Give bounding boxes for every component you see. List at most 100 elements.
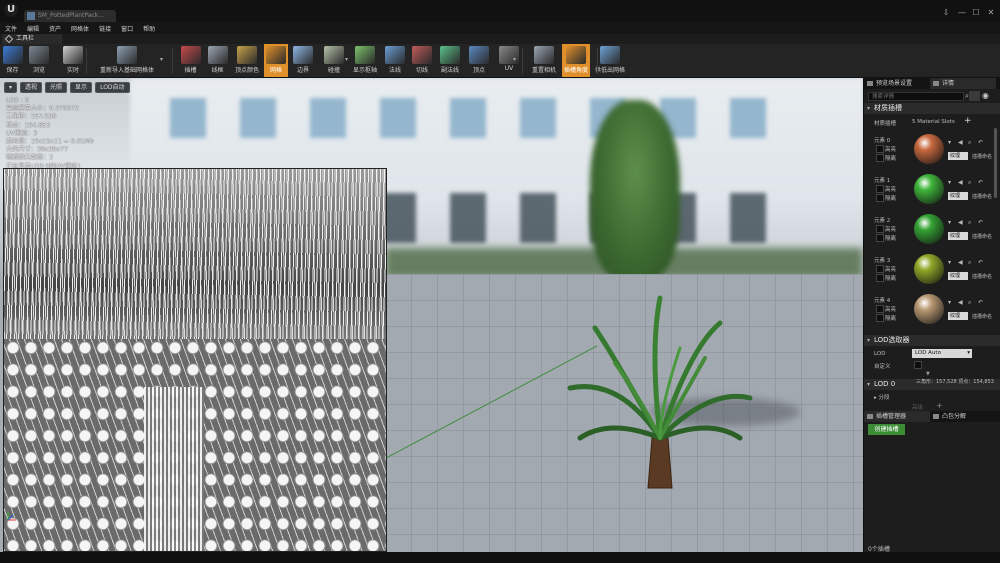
texture-dropdown[interactable]: 纹理	[948, 232, 968, 240]
chevron-down-icon[interactable]: ▾	[948, 220, 954, 226]
create-socket-button[interactable]: 创建插槽	[868, 424, 905, 435]
chevron-down-icon[interactable]: ▾	[948, 140, 954, 146]
toolbar-button[interactable]: 网格	[264, 44, 288, 77]
search-icon[interactable]: ⌕	[968, 180, 974, 186]
toolbar-button[interactable]: 显示枢轴	[350, 44, 380, 77]
browse-back-icon[interactable]: ◀	[958, 140, 964, 146]
toolbar-button[interactable]: 插槽	[178, 44, 203, 77]
reset-icon[interactable]: ↶	[978, 180, 984, 186]
highlight-checkbox[interactable]	[876, 225, 884, 233]
highlight-checkbox[interactable]	[876, 145, 884, 153]
chevron-down-icon[interactable]: ▾	[160, 56, 166, 63]
menu-item[interactable]: 链接	[94, 24, 116, 33]
tab-socket-manager[interactable]: 插槽管理器	[864, 411, 930, 422]
show-button[interactable]: 显示	[70, 82, 93, 93]
toolbar-button[interactable]: 切线	[410, 44, 434, 77]
viewport-options-button[interactable]: ▾	[4, 82, 18, 93]
toolbar-button[interactable]: 副法线	[436, 44, 464, 77]
chevron-down-icon[interactable]: ▾	[345, 56, 351, 63]
static-mesh-icon	[27, 12, 35, 20]
minimize-to-tray-button[interactable]: ⇩	[940, 8, 952, 18]
tab-preview-scene-settings[interactable]: 预览场景设置	[864, 78, 930, 89]
menu-item[interactable]: 窗口	[116, 24, 138, 33]
perspective-button[interactable]: 透视	[20, 82, 43, 93]
reset-icon[interactable]: ↶	[978, 300, 984, 306]
menu-item[interactable]: 帮助	[138, 24, 160, 33]
isolate-checkbox[interactable]	[876, 274, 884, 282]
chevron-down-icon[interactable]: ▾	[513, 56, 519, 63]
search-icon[interactable]: ⌕	[968, 220, 974, 226]
highlight-checkbox[interactable]	[876, 185, 884, 193]
lighting-button[interactable]: 光照	[45, 82, 68, 93]
reset-icon[interactable]: ↶	[978, 220, 984, 226]
toolbar-button[interactable]: 浏览	[25, 44, 53, 77]
toolbar-button[interactable]: 重新导入基础网格体	[92, 44, 162, 77]
toolbar-button-label: 副法线	[440, 67, 459, 74]
lod-picker-section-header[interactable]: LOD选取器	[864, 335, 1000, 346]
material-thumbnail[interactable]	[914, 174, 944, 204]
material-thumbnail[interactable]	[914, 214, 944, 244]
toolbar-tab[interactable]: 工具栏	[2, 34, 62, 44]
texture-dropdown[interactable]: 纹理	[948, 272, 968, 280]
lod-expand-arrow-icon[interactable]: ▼	[926, 371, 932, 377]
toolbar-button[interactable]: 实时	[57, 44, 89, 77]
menu-item[interactable]: 编辑	[22, 24, 44, 33]
tab-convex-decomposition[interactable]: 凸包分解	[930, 411, 996, 422]
search-icon[interactable]: ⌕	[968, 140, 974, 146]
lod-auto-button[interactable]: LOD自动	[95, 82, 130, 93]
texture-dropdown[interactable]: 纹理	[948, 192, 968, 200]
chevron-down-icon[interactable]: ▾	[948, 300, 954, 306]
texture-dropdown[interactable]: 纹理	[948, 152, 968, 160]
isolate-checkbox[interactable]	[876, 194, 884, 202]
lod-select-value: LOD Auto	[915, 350, 941, 356]
isolate-checkbox[interactable]	[876, 234, 884, 242]
material-thumbnail[interactable]	[914, 294, 944, 324]
toolbar-button[interactable]: 边界	[290, 44, 316, 77]
toolbar-button[interactable]: 插槽角度	[562, 44, 590, 77]
document-tab[interactable]: SM_PottedPlantPack...	[24, 10, 116, 22]
search-icon[interactable]: ⌕	[968, 260, 974, 266]
material-thumbnail[interactable]	[914, 254, 944, 284]
uv-trunk-strips	[144, 387, 204, 551]
browse-back-icon[interactable]: ◀	[958, 220, 964, 226]
sections-row[interactable]: ▸ 分段	[874, 393, 890, 401]
menu-item[interactable]: 资产	[44, 24, 66, 33]
add-lod-button[interactable]: +	[936, 401, 943, 410]
browse-back-icon[interactable]: ◀	[958, 260, 964, 266]
custom-lod-checkbox[interactable]	[914, 361, 922, 369]
minimize-button[interactable]: —	[956, 8, 968, 18]
menu-item[interactable]: 文件	[0, 24, 22, 33]
browse-back-icon[interactable]: ◀	[958, 300, 964, 306]
toolbar-button[interactable]: 保存	[0, 44, 25, 77]
toolbar-button[interactable]: 碰撞	[320, 44, 348, 77]
toolbar-button[interactable]: 线框	[205, 44, 230, 77]
browse-back-icon[interactable]: ◀	[958, 180, 964, 186]
chevron-down-icon[interactable]: ▾	[948, 260, 954, 266]
material-thumbnail[interactable]	[914, 134, 944, 164]
chevron-down-icon[interactable]: ▾	[948, 180, 954, 186]
toolbar-button[interactable]: 重置相机	[528, 44, 560, 77]
lod-select[interactable]: LOD Auto ▾	[912, 349, 972, 358]
tab-details[interactable]: 详情	[930, 78, 996, 89]
isolate-checkbox[interactable]	[876, 314, 884, 322]
toolbar-button[interactable]: 法线	[383, 44, 407, 77]
palm-plant-mesh	[567, 295, 753, 489]
close-button[interactable]: ✕	[985, 8, 997, 18]
maximize-button[interactable]: ☐	[970, 8, 982, 18]
eye-visibility-icon[interactable]: ◉	[982, 91, 996, 101]
highlight-checkbox[interactable]	[876, 305, 884, 313]
toolbar-button[interactable]: 顶点	[465, 44, 493, 77]
viewport[interactable]: ▾ 透视 光照 显示 LOD自动 LOD : 0 当前屏幕大小：0.370672 三…	[0, 78, 863, 552]
isolate-checkbox[interactable]	[876, 154, 884, 162]
toolbar-button[interactable]: 顶点颜色	[232, 44, 262, 77]
material-slots-section-header[interactable]: 材质插槽	[864, 103, 1000, 114]
search-icon[interactable]: ⌕	[968, 300, 974, 306]
reset-icon[interactable]: ↶	[978, 140, 984, 146]
texture-dropdown[interactable]: 纹理	[948, 312, 968, 320]
details-search-input[interactable]: 搜索详情	[868, 92, 964, 101]
property-matrix-button[interactable]	[969, 91, 980, 101]
highlight-checkbox[interactable]	[876, 265, 884, 273]
reset-icon[interactable]: ↶	[978, 260, 984, 266]
menu-item[interactable]: 网格体	[66, 24, 94, 33]
add-slot-button[interactable]: +	[964, 116, 972, 126]
